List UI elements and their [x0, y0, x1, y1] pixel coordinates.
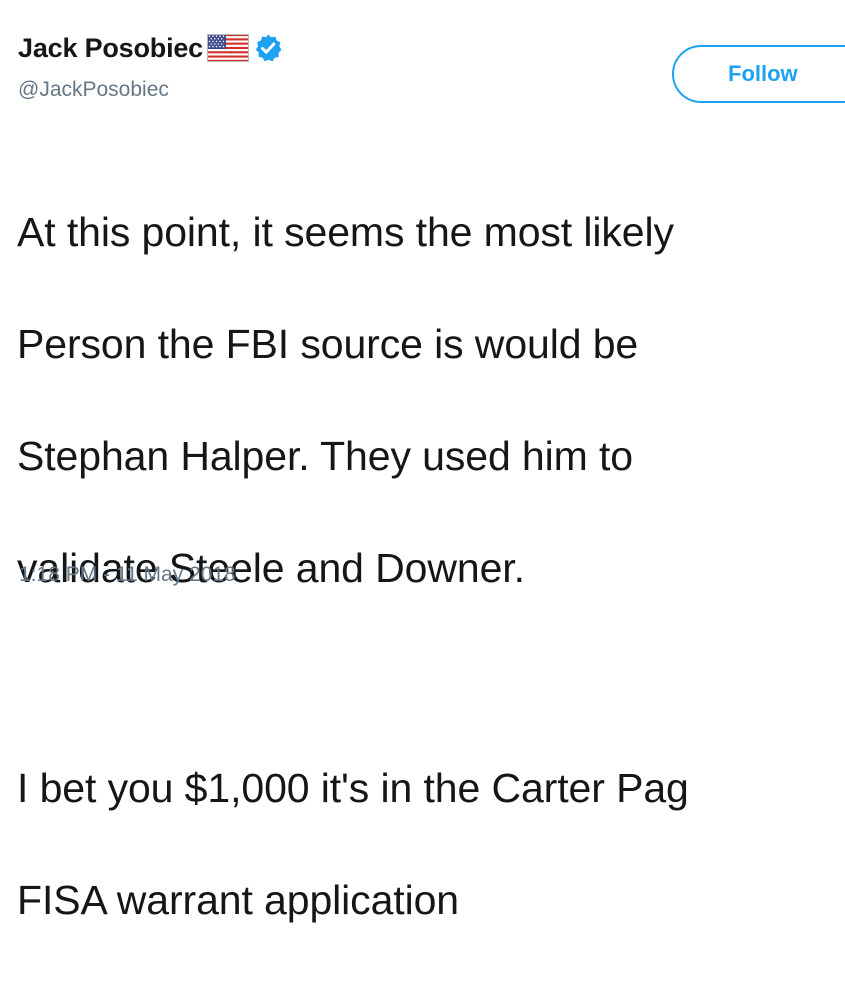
tweet-text-line: Person the FBI source is would be: [17, 321, 639, 367]
us-flag-icon: [207, 34, 250, 62]
tweet-timestamp[interactable]: 1:18 PM - 11 May 2018: [19, 563, 236, 587]
follow-button[interactable]: Follow: [672, 45, 845, 103]
author-display-name[interactable]: Jack Posobiec: [18, 33, 203, 64]
tweet-card: Jack Posobiec @JackPosobiec Follow At th…: [0, 0, 845, 923]
tweet-text-line: FISA warrant application: [17, 877, 459, 923]
tweet-text-line: Stephan Halper. They used him to: [17, 433, 633, 479]
tweet-text-line: At this point, it seems the most likely: [17, 209, 674, 255]
tweet-text-line: I bet you $1,000 it's in the Carter Pag: [17, 765, 689, 811]
verified-badge-icon: [253, 33, 283, 63]
